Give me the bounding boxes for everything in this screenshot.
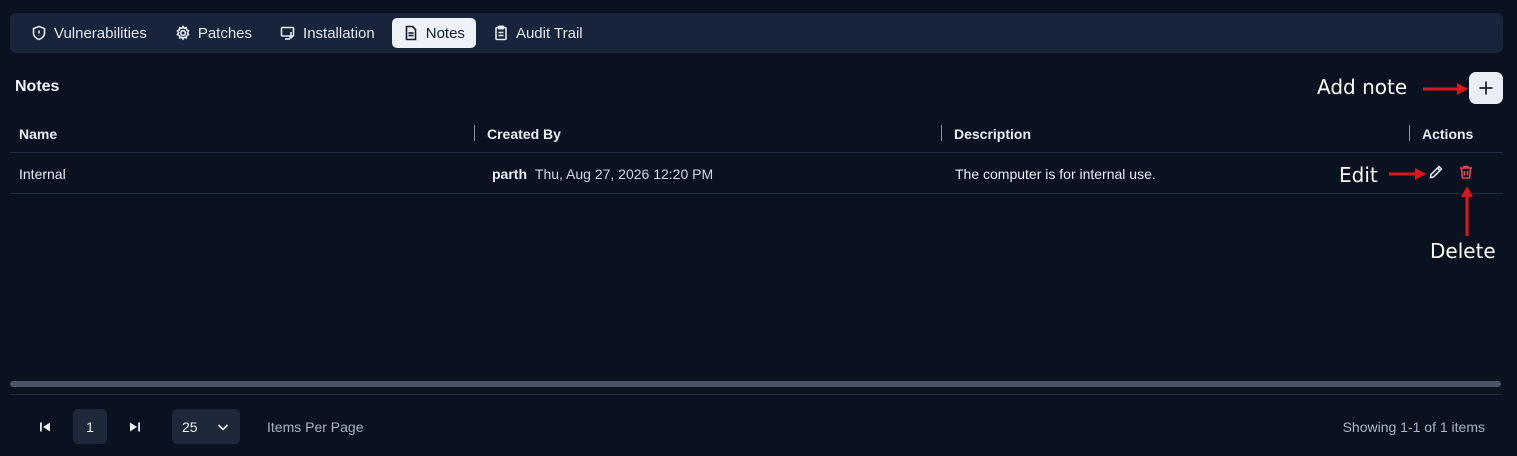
- column-separator[interactable]: [474, 125, 475, 141]
- annotation-delete: Delete: [1430, 239, 1496, 263]
- delete-button[interactable]: [1458, 164, 1478, 184]
- column-header-created-by[interactable]: Created By: [487, 126, 561, 142]
- column-separator[interactable]: [941, 125, 942, 141]
- tab-label: Installation: [303, 24, 375, 42]
- shield-icon: [32, 25, 46, 41]
- annotation-arrow-edit: [1389, 168, 1426, 180]
- items-per-page-value: 25: [182, 418, 198, 435]
- footer-divider: [10, 394, 1503, 395]
- first-page-icon: [40, 422, 50, 431]
- tab-label: Notes: [425, 24, 465, 42]
- table-row: Internal parth Thu, Aug 27, 2026 12:20 P…: [10, 153, 1503, 194]
- document-icon: [405, 25, 417, 41]
- pagination-summary: Showing 1-1 of 1 items: [1342, 419, 1485, 435]
- tab-label: Patches: [197, 24, 253, 42]
- monitor-download-icon: [280, 26, 295, 40]
- annotation-edit: Edit: [1339, 163, 1378, 187]
- clipboard-icon: [495, 25, 507, 41]
- horizontal-scrollbar[interactable]: [10, 381, 1501, 387]
- tab-patches[interactable]: Patches: [164, 18, 263, 48]
- pencil-icon: [1429, 165, 1443, 179]
- current-page[interactable]: 1: [73, 409, 107, 444]
- created-date: Thu, Aug 27, 2026 12:20 PM: [534, 166, 714, 182]
- annotation-arrow-delete: [1461, 186, 1473, 236]
- first-page-button[interactable]: [28, 409, 62, 444]
- last-page-icon: [130, 422, 140, 431]
- tab-label: Vulnerabilities: [54, 24, 147, 42]
- column-header-name[interactable]: Name: [19, 126, 57, 142]
- annotation-add-note: Add note: [1317, 75, 1408, 99]
- annotation-arrow-add-note: [1423, 83, 1468, 95]
- tab-notes[interactable]: Notes: [391, 18, 476, 48]
- gear-icon: [176, 25, 190, 41]
- edit-button[interactable]: [1428, 164, 1448, 184]
- trash-icon: [1460, 165, 1472, 179]
- note-name: Internal: [19, 166, 66, 182]
- chevron-down-icon: [217, 423, 229, 431]
- tab-bar: Vulnerabilities Patches Installation Not…: [10, 13, 1503, 53]
- tab-audit-trail[interactable]: Audit Trail: [482, 18, 594, 48]
- items-per-page-select[interactable]: 25: [172, 409, 240, 444]
- items-per-page-label: Items Per Page: [267, 419, 364, 435]
- column-header-actions: Actions: [1422, 126, 1474, 142]
- tab-label: Audit Trail: [515, 24, 583, 42]
- creator-name: parth: [492, 166, 527, 182]
- table-header: Name Created By Description Actions: [10, 118, 1503, 153]
- last-page-button[interactable]: [118, 409, 152, 444]
- add-note-button[interactable]: [1469, 72, 1503, 104]
- tab-vulnerabilities[interactable]: Vulnerabilities: [20, 18, 158, 48]
- column-header-description[interactable]: Description: [954, 126, 1031, 142]
- column-separator[interactable]: [1409, 125, 1410, 141]
- page-title: Notes: [15, 78, 60, 95]
- tab-installation[interactable]: Installation: [269, 18, 386, 48]
- note-description: The computer is for internal use.: [955, 166, 1156, 182]
- plus-icon: [1479, 81, 1493, 95]
- created-by-cell: parth Thu, Aug 27, 2026 12:20 PM: [492, 166, 713, 182]
